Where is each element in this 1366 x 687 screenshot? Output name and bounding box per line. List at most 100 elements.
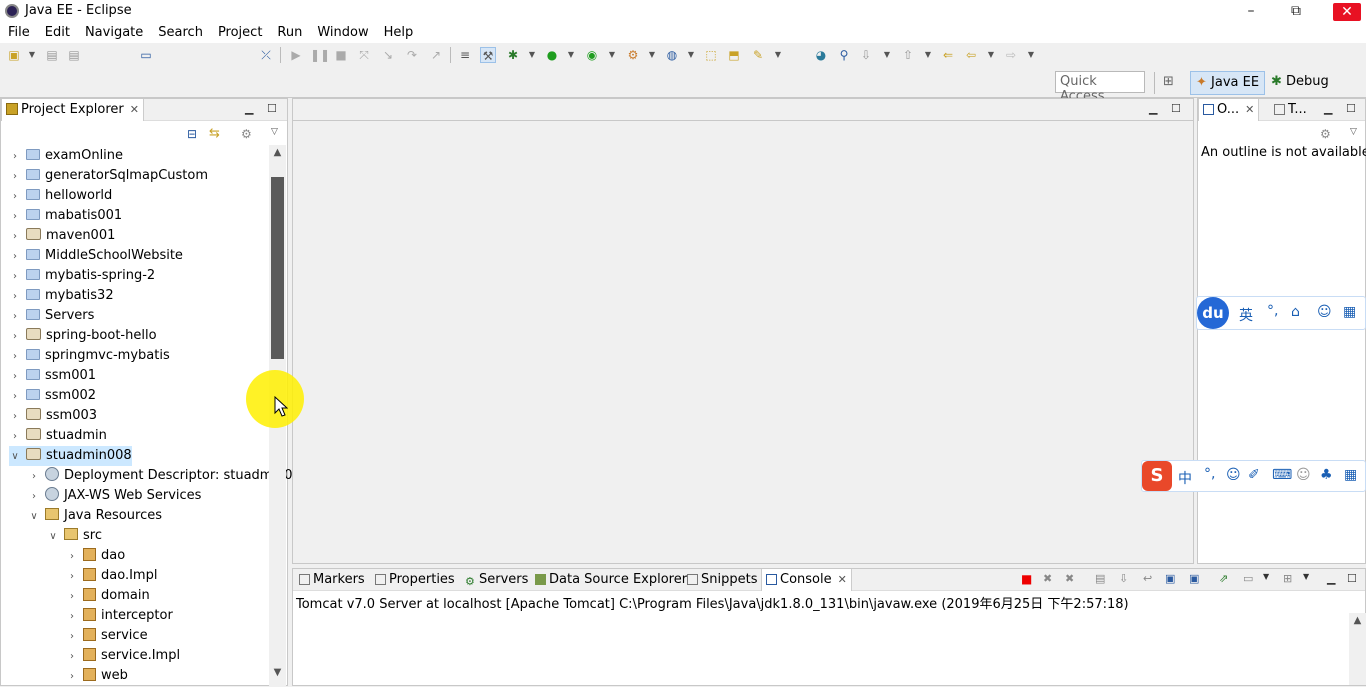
show-on-stderr-icon[interactable]: ▣ <box>1189 572 1199 585</box>
save-all-icon[interactable]: ▤ <box>66 47 82 63</box>
close-icon[interactable]: ✕ <box>1245 103 1254 116</box>
scrollbar-thumb[interactable] <box>271 177 284 359</box>
suspend-icon[interactable]: ❚❚ <box>310 47 330 63</box>
menu-project[interactable]: Project <box>210 22 269 43</box>
new-icon[interactable]: ▣ <box>6 47 22 63</box>
tab-snippets[interactable]: Snippets <box>683 569 761 591</box>
chevron-down-icon[interactable]: ▼ <box>983 47 999 63</box>
prev-annotation-icon[interactable]: ⇧ <box>900 47 916 63</box>
tab-task-list[interactable]: T... <box>1270 99 1311 121</box>
chevron-down-icon[interactable]: ▼ <box>1263 572 1269 581</box>
pen-icon[interactable]: ✎ <box>750 47 766 63</box>
tree-item[interactable]: › service.Impl <box>66 646 180 666</box>
chevron-down-icon[interactable]: ▼ <box>604 47 620 63</box>
punctuation-toggle[interactable]: °, <box>1204 466 1215 482</box>
tree-item[interactable]: › ssm002 <box>9 386 96 406</box>
tree-item[interactable]: › domain <box>66 586 150 606</box>
chevron-right-icon[interactable]: › <box>66 627 78 647</box>
tree-item[interactable]: › interceptor <box>66 606 173 626</box>
step-into-icon[interactable]: ↘ <box>380 47 396 63</box>
chevron-right-icon[interactable]: › <box>66 587 78 607</box>
chevron-right-icon[interactable]: › <box>9 187 21 207</box>
chevron-right-icon[interactable]: › <box>9 367 21 387</box>
tree-item[interactable]: › generatorSqlmapCustom <box>9 166 208 186</box>
menu-help[interactable]: Help <box>376 22 421 43</box>
scroll-up-icon[interactable]: ▲ <box>269 147 286 158</box>
tab-data-source-explorer[interactable]: Data Source Explorer <box>531 569 691 591</box>
open-folder-icon[interactable]: ⬒ <box>726 47 742 63</box>
debug-icon[interactable]: ✱ <box>505 47 521 63</box>
pin-console-icon[interactable]: ⇗ <box>1219 572 1228 585</box>
perspective-debug[interactable]: ✱ Debug <box>1266 71 1334 95</box>
tree-item[interactable]: › examOnline <box>9 146 123 166</box>
sogou-ime-bar[interactable]: S 中 °, ☺ ✐ ⌨ ☺ ♣ ▦ <box>1141 460 1366 492</box>
display-console-icon[interactable]: ▭ <box>1243 572 1253 585</box>
disconnect-icon[interactable]: ⤧ <box>356 47 372 63</box>
tree-item[interactable]: › ssm003 <box>9 406 97 426</box>
tree-item[interactable]: › ssm001 <box>9 366 96 386</box>
tree-item[interactable]: › mybatis32 <box>9 286 114 306</box>
tree-item[interactable]: › MiddleSchoolWebsite <box>9 246 183 266</box>
menu-run[interactable]: Run <box>269 22 309 43</box>
tree-item[interactable]: ∨ stuadmin008 <box>9 446 132 466</box>
run-icon[interactable]: ● <box>544 47 560 63</box>
chevron-right-icon[interactable]: › <box>66 547 78 567</box>
chevron-down-icon[interactable]: ▼ <box>770 47 786 63</box>
remove-launch-icon[interactable]: ✖ <box>1043 572 1052 585</box>
chevron-right-icon[interactable]: › <box>9 327 21 347</box>
minimize-view-icon[interactable]: ▁ <box>1149 102 1157 115</box>
keyboard-icon[interactable]: ⌨ <box>1272 467 1292 483</box>
chevron-down-icon[interactable]: ▼ <box>24 47 40 63</box>
tree-item[interactable]: › stuadmin <box>9 426 107 446</box>
tree-item[interactable]: › dao <box>66 546 125 566</box>
chevron-down-icon[interactable]: ▼ <box>563 47 579 63</box>
menu-search[interactable]: Search <box>150 22 210 43</box>
chevron-down-icon[interactable]: ▼ <box>920 47 936 63</box>
punctuation-toggle[interactable]: °, <box>1267 303 1278 319</box>
user-icon[interactable]: ☺ <box>1296 467 1311 483</box>
close-icon[interactable]: ✕ <box>838 573 847 586</box>
link-editor-icon[interactable]: ⇆ <box>209 126 220 141</box>
forward-icon[interactable]: ⇨ <box>1003 47 1019 63</box>
terminate-icon[interactable]: ■ <box>1021 572 1032 586</box>
chevron-right-icon[interactable]: › <box>9 147 21 167</box>
menu-edit[interactable]: Edit <box>37 22 77 43</box>
tree-item[interactable]: › mybatis-spring-2 <box>9 266 155 286</box>
scroll-lock-icon[interactable]: ⇩ <box>1119 572 1128 585</box>
open-type-icon[interactable]: ⬚ <box>703 47 719 63</box>
menu-navigate[interactable]: Navigate <box>77 22 150 43</box>
new-java-icon[interactable]: ◍ <box>664 47 680 63</box>
restore-button[interactable]: ⧉ <box>1273 0 1319 22</box>
tree-item[interactable]: › dao.Impl <box>66 566 157 586</box>
chevron-right-icon[interactable]: › <box>9 247 21 267</box>
filter-icon[interactable]: ⚙ <box>241 127 252 141</box>
step-over-icon[interactable]: ↷ <box>404 47 420 63</box>
editor-area[interactable]: ▁ ☐ <box>292 98 1194 564</box>
view-menu-icon[interactable]: ▽ <box>271 127 278 137</box>
scroll-up-icon[interactable]: ▲ <box>1349 615 1366 626</box>
menu-window[interactable]: Window <box>309 22 375 43</box>
focus-icon[interactable]: ⚙ <box>1320 127 1331 141</box>
back-icon[interactable]: ⇦ <box>963 47 979 63</box>
chevron-right-icon[interactable]: › <box>9 307 21 327</box>
chevron-right-icon[interactable]: › <box>9 227 21 247</box>
collapse-all-icon[interactable]: ⊟ <box>187 127 197 141</box>
chevron-right-icon[interactable]: › <box>9 267 21 287</box>
chevron-down-icon[interactable]: ▼ <box>524 47 540 63</box>
open-perspective-icon[interactable]: ⊞ <box>1163 74 1179 90</box>
build-icon[interactable]: ⚒ <box>480 47 496 63</box>
show-on-stdout-icon[interactable]: ▣ <box>1165 572 1175 585</box>
minimize-view-icon[interactable]: ▁ <box>1327 572 1335 585</box>
menu-file[interactable]: File <box>0 22 37 43</box>
chevron-right-icon[interactable]: › <box>66 647 78 667</box>
chevron-down-icon[interactable]: ∨ <box>28 507 40 527</box>
skip-breakpoints-icon[interactable]: ⤫ <box>258 47 274 63</box>
toolbox-icon[interactable]: ⌂ <box>1291 304 1300 320</box>
last-edit-icon[interactable]: ⇐ <box>940 47 956 63</box>
chevron-down-icon[interactable]: ▼ <box>1303 572 1309 581</box>
tab-console[interactable]: Console ✕ <box>761 569 852 591</box>
quick-access-input[interactable]: Quick Access <box>1055 71 1145 104</box>
emoji-icon[interactable]: ☺ <box>1226 467 1241 483</box>
scroll-down-icon[interactable]: ▼ <box>269 667 286 678</box>
tree-item[interactable]: › helloworld <box>9 186 112 206</box>
